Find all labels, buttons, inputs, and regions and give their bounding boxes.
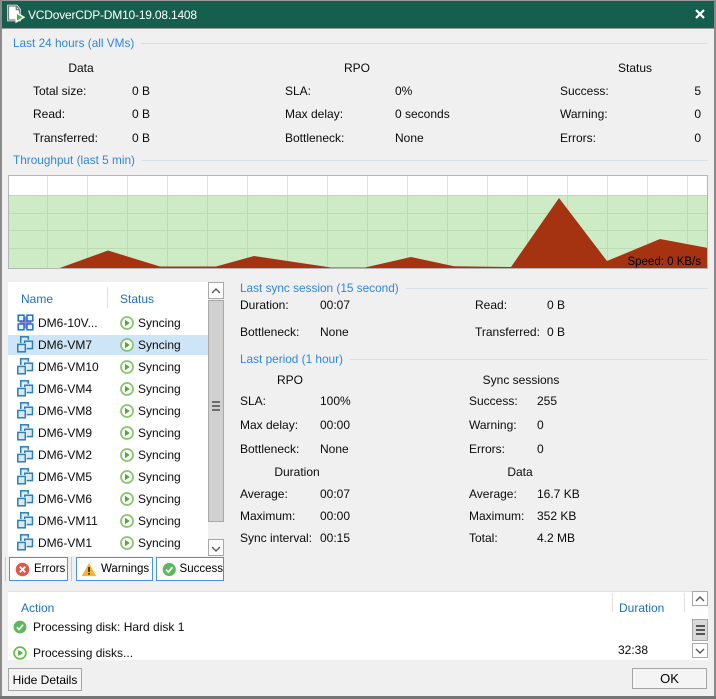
svg-text:Speed: 0 KB/s: Speed: 0 KB/s xyxy=(627,256,701,268)
